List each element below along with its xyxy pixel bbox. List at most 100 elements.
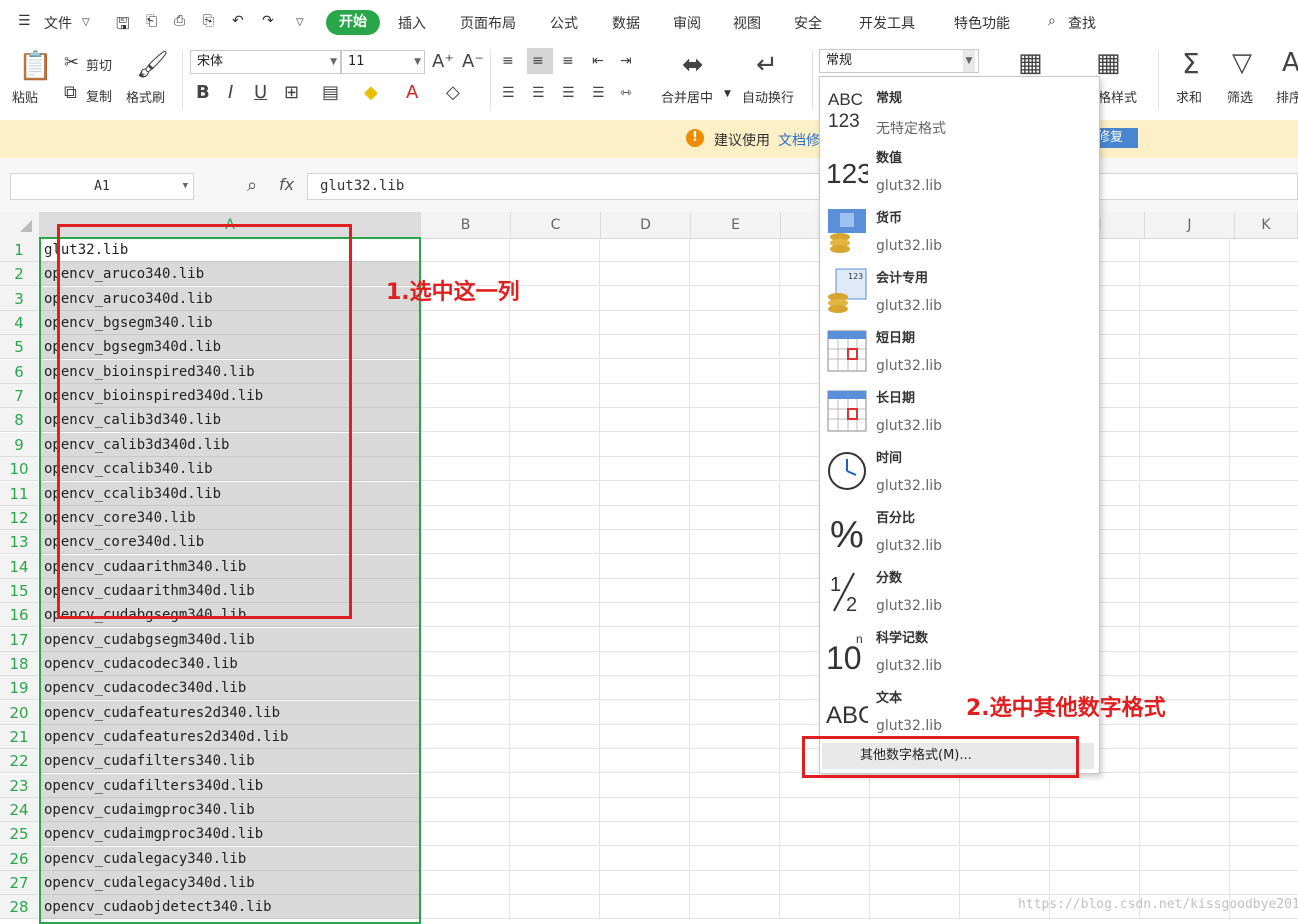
column-j-header[interactable]: J [1145,212,1235,238]
brush-icon[interactable]: 🖌 [136,52,169,78]
file-menu[interactable]: 文件 [44,13,72,33]
chevron-down-icon[interactable]: ▼ [724,89,731,99]
column-d-header[interactable]: D [601,212,691,238]
sum-button[interactable]: 求和 [1176,87,1202,106]
print-icon[interactable]: ⎙ [174,13,185,29]
font-name-select[interactable]: 宋体 ▼ [190,50,341,74]
output-icon[interactable]: ⎗ [146,13,157,29]
row-number[interactable]: 18 [0,651,38,676]
search-icon[interactable]: ⌕ [1048,13,1056,29]
format-painter-button[interactable]: 格式刷 [126,87,165,106]
row-number[interactable]: 22 [0,749,38,774]
filter-icon[interactable]: ▽ [1232,50,1252,76]
row-number[interactable]: 24 [0,798,38,823]
scissors-icon[interactable]: ✂ [64,54,79,72]
font-color-icon[interactable]: A [406,84,418,102]
row-number[interactable]: 11 [0,481,38,506]
column-k-header[interactable]: K [1235,212,1298,238]
row-number[interactable]: 2 [0,262,38,287]
bold-icon[interactable]: B [196,84,210,102]
tab-data[interactable]: 数据 [612,13,640,33]
select-all-corner[interactable] [0,212,40,238]
shrink-font-icon[interactable]: A⁻ [462,53,484,71]
row-number[interactable]: 16 [0,603,38,628]
column-b-header[interactable]: B [421,212,511,238]
border-icon[interactable]: ⊞ [284,84,299,102]
empty-cells[interactable] [420,798,1298,823]
tab-special[interactable]: 特色功能 [954,13,1010,33]
sort-button[interactable]: 排序 [1276,87,1298,106]
cut-button[interactable]: 剪切 [86,55,112,74]
tab-formulas[interactable]: 公式 [550,13,578,33]
clear-format-icon[interactable]: ◇ [446,84,460,102]
row-number[interactable]: 19 [0,676,38,701]
empty-cells[interactable] [420,871,1298,896]
format-item[interactable]: ABC 123 常规 无特定格式 [820,79,1097,139]
tab-review[interactable]: 审阅 [673,13,701,33]
format-item[interactable]: 时间 glut32.lib [820,439,1097,499]
align-left-icon[interactable]: ☰ [502,84,515,102]
print-preview-icon[interactable]: ⎘ [203,13,214,29]
row-number[interactable]: 25 [0,822,38,847]
name-box[interactable]: A1 ▼ [10,173,194,200]
paste-button[interactable]: 粘贴 [12,87,38,106]
align-bottom-icon[interactable]: ≡ [562,52,574,70]
format-item[interactable]: 货币 glut32.lib [820,199,1097,259]
conditional-format-icon[interactable]: ▦ [1018,50,1043,76]
font-size-select[interactable]: 11 ▼ [341,50,425,74]
tab-page-layout[interactable]: 页面布局 [460,13,516,33]
align-center-icon[interactable]: ☰ [532,84,545,102]
row-number[interactable]: 17 [0,627,38,652]
align-middle-icon[interactable]: ≡ [532,52,544,70]
column-e-header[interactable]: E [691,212,781,238]
tab-developer[interactable]: 开发工具 [859,13,915,33]
fill-color-icon[interactable]: ◆ [364,84,378,102]
wrap-text-button[interactable]: 自动换行 [742,87,794,106]
notice-link[interactable]: 文档修 [778,130,820,150]
format-item[interactable]: % 百分比 glut32.lib [820,499,1097,559]
tab-insert[interactable]: 插入 [398,13,426,33]
merge-center-button[interactable]: 合并居中 [661,87,713,106]
column-c-header[interactable]: C [511,212,601,238]
row-number[interactable]: 13 [0,530,38,555]
number-format-select[interactable]: 常规 ▼ [819,49,979,73]
align-right-icon[interactable]: ☰ [562,84,575,102]
table-style-icon[interactable]: ▦ [1096,50,1121,76]
format-item[interactable]: 长日期 glut32.lib [820,379,1097,439]
row-number[interactable]: 6 [0,359,38,384]
row-number[interactable]: 26 [0,846,38,871]
wrap-text-icon[interactable]: ↵ [756,52,778,78]
row-number[interactable]: 7 [0,384,38,409]
format-item[interactable]: 1 2 分数 glut32.lib [820,559,1097,619]
sort-icon[interactable]: A [1282,50,1298,76]
row-number[interactable]: 5 [0,335,38,360]
format-item[interactable]: 123 数值 glut32.lib [820,139,1097,199]
formula-input[interactable]: glut32.lib [307,173,1298,200]
table-style-button[interactable]: 格样式 [1098,87,1137,106]
row-number[interactable]: 10 [0,457,38,482]
tab-security[interactable]: 安全 [794,13,822,33]
more-icon[interactable]: ▽ [296,17,304,28]
empty-cells[interactable] [420,846,1298,871]
row-number[interactable]: 23 [0,773,38,798]
row-number[interactable]: 1 [0,238,38,262]
format-item[interactable]: 短日期 glut32.lib [820,319,1097,379]
italic-icon[interactable]: I [228,84,233,102]
indent-decrease-icon[interactable]: ⇤ [592,52,604,70]
row-number[interactable]: 27 [0,871,38,896]
sum-icon[interactable]: Σ [1182,50,1200,78]
paste-icon[interactable]: 📋 [18,52,53,80]
distributed-icon[interactable]: ⇿ [620,84,632,102]
chevron-down-icon[interactable]: ▽ [82,17,90,28]
fx-icon[interactable]: fx [279,175,294,194]
grow-font-icon[interactable]: A⁺ [432,53,454,71]
row-number[interactable]: 15 [0,578,38,603]
justify-icon[interactable]: ☰ [592,84,605,102]
row-number[interactable]: 20 [0,700,38,725]
merge-center-icon[interactable]: ⬌ [682,52,704,78]
align-top-icon[interactable]: ≡ [502,52,514,70]
indent-increase-icon[interactable]: ⇥ [620,52,632,70]
row-number[interactable]: 12 [0,505,38,530]
tab-view[interactable]: 视图 [733,13,761,33]
underline-icon[interactable]: U [254,84,267,102]
